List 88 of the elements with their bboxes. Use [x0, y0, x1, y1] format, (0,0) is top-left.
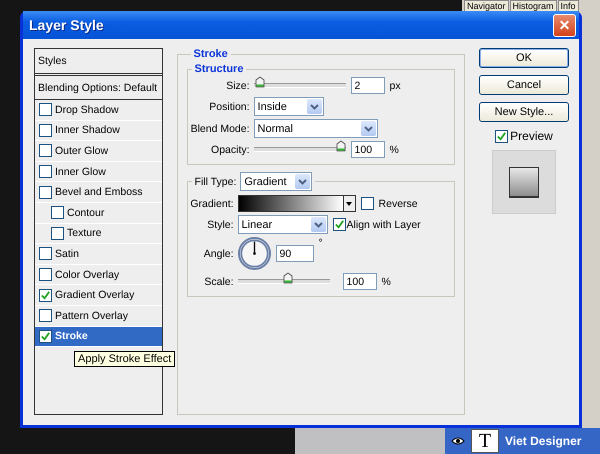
style-item[interactable]: Stroke: [35, 326, 162, 348]
panel-tab[interactable]: Info: [558, 0, 579, 12]
value-field[interactable]: 100: [342, 273, 377, 290]
dialog-button[interactable]: OK: [479, 48, 569, 68]
slider-thumb[interactable]: [336, 140, 346, 152]
style-label: Satin: [55, 248, 79, 260]
angle-dial[interactable]: [238, 237, 271, 270]
unit-label: °: [318, 237, 323, 249]
unit-label: %: [382, 276, 391, 288]
tooltip: Apply Stroke Effect: [74, 351, 176, 367]
checkbox[interactable]: [332, 218, 346, 231]
style-label: Drop Shadow: [55, 104, 119, 116]
style-label: Gradient Overlay: [55, 289, 134, 302]
field-label: Fill Type:: [194, 176, 236, 188]
field-label: Size:: [225, 80, 250, 92]
chevron-icon: [360, 121, 376, 136]
panel-tab[interactable]: Navigator: [464, 0, 509, 12]
style-item[interactable]: Gradient Overlay: [35, 285, 162, 306]
field-label: Style:: [206, 218, 234, 230]
checkbox[interactable]: [39, 124, 52, 137]
style-item[interactable]: Outer Glow: [35, 141, 162, 162]
field-label: Angle:: [202, 248, 234, 260]
checkbox[interactable]: [39, 165, 52, 178]
checkbox[interactable]: [495, 130, 508, 142]
unit-label: %: [390, 144, 399, 156]
chevron-icon: [310, 217, 326, 232]
checkbox[interactable]: [39, 144, 52, 158]
checkbox[interactable]: [51, 206, 64, 220]
style-label: Inner Shadow: [55, 124, 120, 136]
slider-thumb[interactable]: [255, 76, 266, 88]
field-label: Position:: [208, 100, 250, 112]
checkbox-label: Preview: [510, 129, 553, 143]
gradient-picker[interactable]: [238, 195, 356, 212]
checkbox[interactable]: [51, 226, 64, 240]
style-label: Pattern Overlay: [55, 310, 128, 322]
checkbox[interactable]: [360, 197, 374, 210]
blend-mode-dropdown[interactable]: Normal: [254, 119, 378, 138]
chevron-icon: [295, 174, 310, 189]
fill-type-dropdown[interactable]: Gradient: [240, 172, 312, 191]
slider-thumb[interactable]: [282, 272, 293, 284]
style-item[interactable]: Drop Shadow: [35, 100, 162, 121]
dialog-button[interactable]: New Style...: [479, 102, 569, 122]
style-item[interactable]: Bevel and Emboss: [35, 182, 162, 203]
checkbox[interactable]: [39, 330, 52, 343]
unit-label: px: [390, 80, 401, 92]
style-item[interactable]: Contour: [35, 202, 162, 224]
field-label: Gradient:: [189, 198, 234, 210]
layer-name[interactable]: Viet Designer: [505, 434, 582, 448]
preview-thumbnail: [492, 150, 556, 214]
style-label: Bevel and Emboss: [55, 186, 143, 198]
style-label: Contour: [67, 206, 104, 219]
checkbox[interactable]: [39, 309, 52, 322]
style-label: Outer Glow: [55, 144, 108, 157]
checkbox-label: Reverse: [378, 198, 418, 210]
styles-header[interactable]: Styles: [35, 49, 162, 76]
checkbox[interactable]: [39, 103, 52, 116]
checkbox-label: Align with Layer: [346, 218, 421, 230]
field-label: Opacity:: [210, 144, 250, 156]
style-item[interactable]: Satin: [35, 244, 162, 265]
group-title: Structure: [194, 63, 244, 75]
style-label: Texture: [67, 227, 102, 240]
window-title: Layer Style: [29, 17, 104, 33]
chevron-icon: [306, 99, 322, 114]
field-label: Scale:: [203, 276, 234, 288]
style-item[interactable]: Inner Glow: [35, 162, 162, 182]
style-item[interactable]: Texture: [35, 224, 162, 244]
blending-options-item[interactable]: Blending Options: Default: [35, 76, 162, 100]
eye-icon[interactable]: [451, 435, 465, 447]
value-field[interactable]: 100: [350, 141, 385, 158]
group-title: Stroke: [194, 48, 228, 60]
style-item[interactable]: Inner Shadow: [35, 120, 162, 142]
checkbox[interactable]: [39, 186, 52, 199]
style-dropdown[interactable]: Linear: [238, 215, 328, 234]
value-field[interactable]: 90: [276, 245, 314, 262]
style-label: Stroke: [55, 330, 88, 342]
value-field[interactable]: 2: [350, 77, 385, 94]
position-dropdown[interactable]: Inside: [254, 97, 324, 116]
field-label: Blend Mode:: [190, 122, 250, 134]
checkbox[interactable]: [39, 247, 52, 260]
style-item[interactable]: Color Overlay: [35, 264, 162, 286]
panel-tab[interactable]: Histogram: [510, 0, 557, 12]
checkbox[interactable]: [39, 288, 52, 302]
text-layer-icon: T: [471, 429, 499, 453]
style-label: Color Overlay: [55, 268, 120, 281]
dialog-button[interactable]: Cancel: [479, 75, 569, 95]
style-label: Inner Glow: [55, 166, 106, 178]
dropdown-arrow-icon: [346, 202, 352, 206]
checkbox[interactable]: [39, 268, 52, 282]
